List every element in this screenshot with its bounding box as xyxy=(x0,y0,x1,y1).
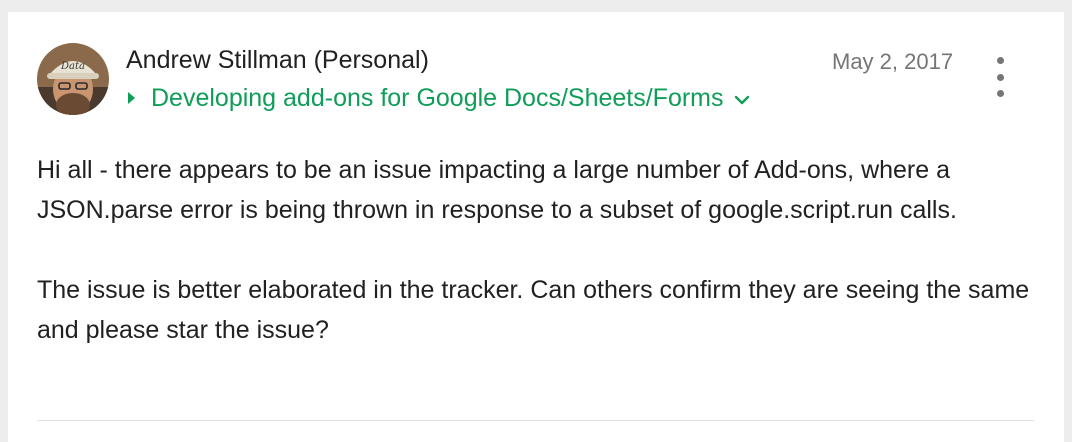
post-body: Hi all - there appears to be an issue im… xyxy=(37,150,1047,350)
more-vert-icon-dot xyxy=(996,90,1004,97)
post-date: May 2, 2017 xyxy=(832,49,954,74)
avatar[interactable]: Data xyxy=(37,43,109,115)
divider xyxy=(37,420,1034,421)
post-card: Data Andrew Stillman (Personal) May 2, 2… xyxy=(8,12,1064,442)
caret-right-icon xyxy=(128,92,135,104)
more-vert-icon-dot xyxy=(996,57,1004,64)
more-options-button[interactable] xyxy=(990,57,1010,97)
svg-text:Data: Data xyxy=(60,61,85,72)
post-paragraph: The issue is better elaborated in the tr… xyxy=(37,276,1030,344)
more-vert-icon-dot xyxy=(996,73,1004,81)
post-paragraph: Hi all - there appears to be an issue im… xyxy=(37,156,957,224)
avatar-photo: Data xyxy=(37,43,109,115)
group-link[interactable]: Developing add-ons for Google Docs/Sheet… xyxy=(126,83,750,113)
group-name: Developing add-ons for Google Docs/Sheet… xyxy=(151,83,724,112)
author-name[interactable]: Andrew Stillman (Personal) xyxy=(126,46,429,75)
chevron-down-icon xyxy=(734,84,750,113)
